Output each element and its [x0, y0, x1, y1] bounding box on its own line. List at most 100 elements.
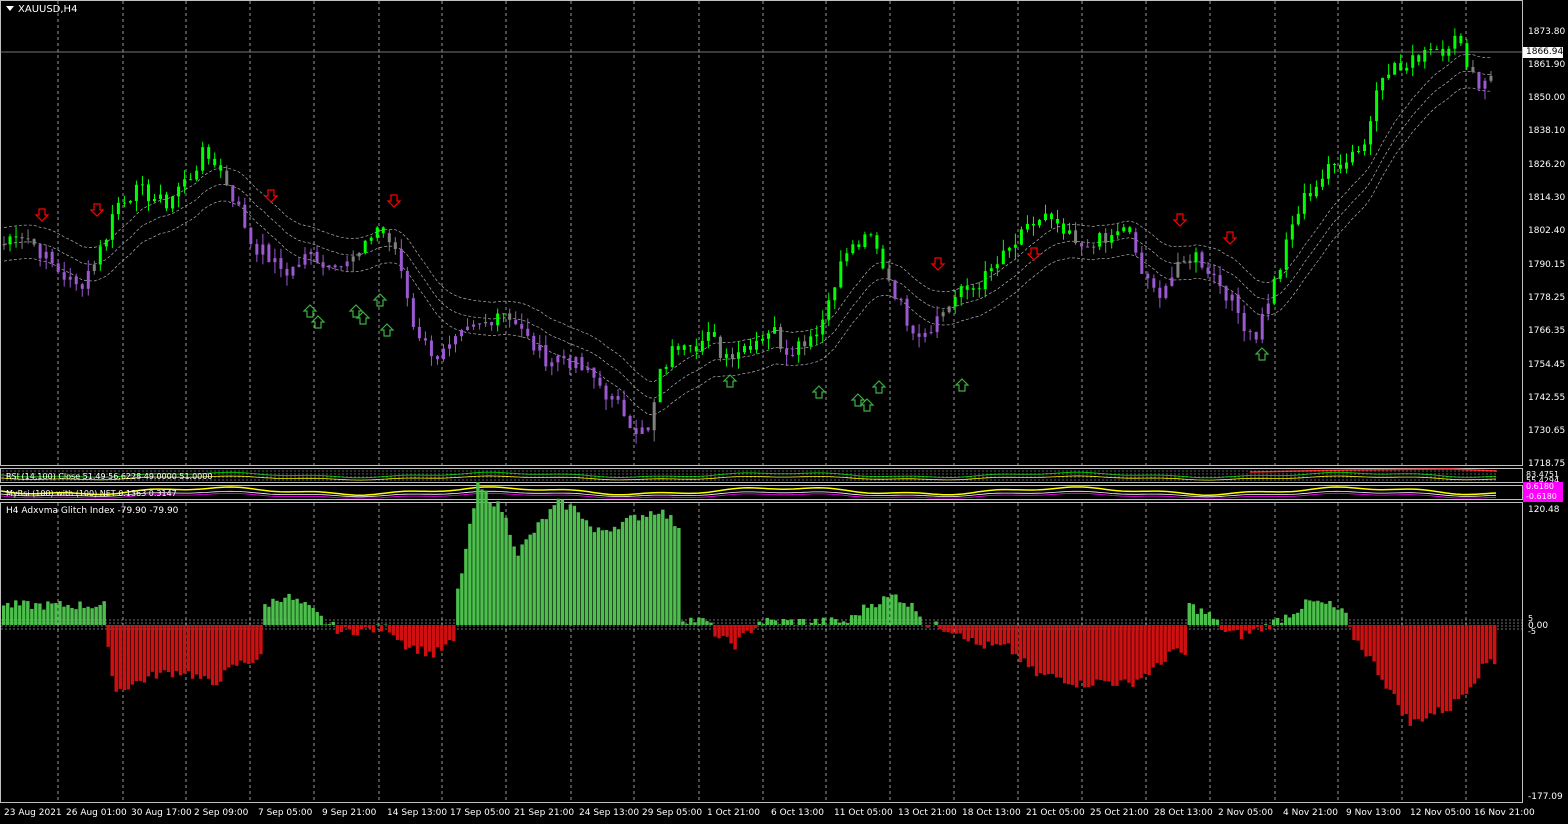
histogram-bar-positive: [918, 616, 922, 625]
candle-body: [249, 227, 253, 244]
histogram-bar-negative: [725, 625, 729, 637]
histogram-bar-positive: [283, 597, 287, 625]
histogram-bar-positive: [580, 518, 585, 625]
histogram-bar-negative: [186, 625, 191, 672]
candle-body: [640, 427, 644, 434]
chevron-down-icon[interactable]: [6, 6, 14, 11]
candle-body: [947, 306, 951, 313]
histogram-bar-negative: [440, 625, 444, 651]
candle-body: [20, 237, 24, 239]
time-tick-label: 29 Sep 05:00: [642, 808, 703, 818]
candle-body: [989, 268, 993, 272]
candle-body: [875, 235, 879, 249]
candle-body: [779, 327, 783, 349]
histogram-bar-negative: [1087, 625, 1091, 688]
candle-body: [1429, 49, 1433, 51]
histogram-bar-positive: [685, 623, 689, 625]
histogram-bar-negative: [150, 625, 155, 672]
histogram-bar-positive: [878, 604, 882, 625]
histogram-bar-negative: [1038, 625, 1043, 674]
histogram-bar-negative: [1416, 625, 1421, 720]
histogram-bar-negative: [379, 625, 384, 632]
histogram-bar-positive: [1300, 608, 1304, 625]
histogram-bar-positive: [319, 615, 323, 625]
histogram-bar-positive: [6, 602, 10, 625]
histogram-bar-negative: [1231, 625, 1236, 631]
price-tick-label: 1861.90: [1528, 60, 1566, 71]
candle-body: [959, 286, 963, 298]
candle-body: [219, 165, 223, 171]
histogram-bar-negative: [407, 625, 412, 648]
histogram-bar-positive: [761, 624, 765, 625]
histogram-bar-positive: [327, 624, 331, 625]
histogram-bar-positive: [275, 600, 279, 625]
candle-body: [1296, 213, 1300, 225]
candle-body: [791, 354, 795, 356]
histogram-bar-negative: [239, 625, 243, 661]
histogram-bar-negative: [1360, 625, 1364, 650]
time-tick-label: 14 Sep 13:00: [387, 808, 448, 818]
histogram-bar-negative: [419, 625, 424, 647]
candle-body: [803, 341, 807, 347]
candle-body: [1224, 286, 1228, 301]
candle-body: [1080, 243, 1084, 247]
price-tick-label: 1826.20: [1528, 159, 1566, 170]
histogram-bar-positive: [1328, 600, 1332, 625]
histogram-bar-positive: [464, 548, 468, 625]
trading-chart[interactable]: [0, 0, 1568, 824]
histogram-bar-negative: [142, 625, 147, 683]
histogram-bar-negative: [359, 625, 364, 630]
histogram-bar-negative: [227, 625, 231, 668]
candle-body: [8, 236, 12, 245]
histogram-bar-negative: [1492, 625, 1497, 665]
histogram-bar-negative: [729, 625, 733, 644]
histogram-bar-negative: [1083, 625, 1087, 688]
histogram-bar-negative: [1460, 625, 1465, 695]
histogram-bar-negative: [259, 625, 263, 655]
histogram-bar-positive: [906, 606, 910, 625]
histogram-bar-positive: [584, 520, 589, 625]
histogram-bar-negative: [950, 625, 954, 634]
candle-body: [1351, 151, 1355, 163]
histogram-bar-negative: [1066, 625, 1071, 685]
histogram-bar-negative: [158, 625, 163, 673]
histogram-bar-positive: [1316, 600, 1320, 625]
histogram-bar-positive: [1344, 612, 1348, 625]
histogram-bar-positive: [837, 622, 842, 625]
histogram-bar-negative: [1372, 625, 1376, 662]
time-tick-label: 17 Sep 05:00: [450, 808, 511, 818]
histogram-bar-negative: [214, 625, 219, 686]
arrow-down-icon: [1026, 247, 1042, 261]
histogram-bar-positive: [890, 594, 894, 625]
candle-body: [1104, 233, 1108, 243]
histogram-bar-positive: [833, 619, 838, 625]
histogram-bar-positive: [624, 517, 629, 625]
time-tick-label: 13 Oct 21:00: [898, 808, 957, 818]
candle-body: [682, 345, 686, 350]
candle-body: [887, 268, 891, 281]
candle-body: [977, 288, 981, 290]
candle-body: [580, 357, 584, 371]
candle-body: [616, 396, 620, 400]
candle-body: [634, 428, 638, 434]
histogram-bar-negative: [978, 625, 982, 646]
histogram-bar-negative: [990, 625, 995, 646]
candle-body: [496, 313, 500, 326]
candle-body: [1050, 213, 1054, 219]
price-tick-label: 1838.10: [1528, 126, 1566, 137]
histogram-bar-negative: [1412, 625, 1417, 720]
arrow-up-icon: [1254, 347, 1270, 361]
histogram-bar-negative: [395, 625, 400, 640]
histogram-bar-positive: [636, 520, 641, 625]
candle-body: [797, 341, 801, 355]
histogram-bar-negative: [966, 625, 970, 642]
histogram-bar-negative: [994, 625, 999, 645]
chart-grid: [1, 1, 1522, 802]
candle-body: [767, 333, 771, 339]
histogram-bar-positive: [1195, 613, 1200, 625]
histogram-bar-negative: [1151, 625, 1155, 668]
candle-body: [502, 313, 506, 315]
candle-body: [1248, 331, 1252, 333]
histogram-bar-negative: [391, 625, 396, 636]
histogram-bar-positive: [628, 515, 633, 625]
